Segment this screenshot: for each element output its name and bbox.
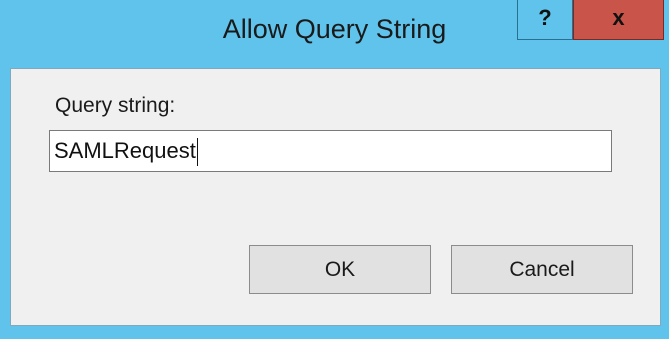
- dialog-body: Query string: SAMLRequest OK Cancel: [10, 68, 661, 326]
- query-string-value: SAMLRequest: [54, 138, 196, 163]
- help-button[interactable]: ?: [517, 0, 573, 40]
- query-string-input[interactable]: SAMLRequest: [49, 130, 612, 172]
- dialog-window: Allow Query String ? x Query string: SAM…: [0, 0, 669, 339]
- title-bar[interactable]: Allow Query String ? x: [0, 0, 669, 68]
- query-string-label: Query string:: [55, 94, 176, 117]
- close-button[interactable]: x: [573, 0, 664, 40]
- text-caret: [196, 138, 198, 167]
- cancel-button[interactable]: Cancel: [451, 245, 633, 294]
- ok-button[interactable]: OK: [249, 245, 431, 294]
